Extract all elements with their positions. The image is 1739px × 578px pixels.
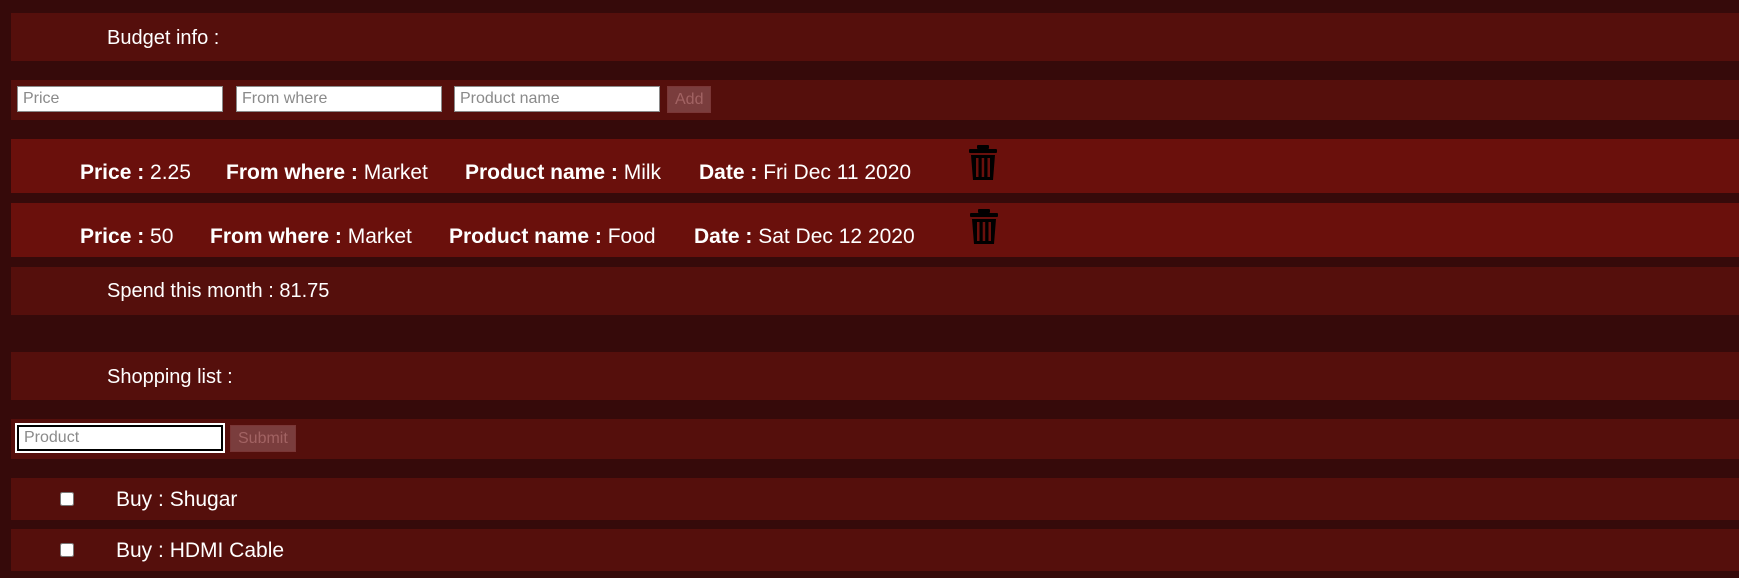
product-name-value: Milk (623, 161, 662, 184)
shopping-title: Shopping list : (107, 366, 233, 388)
from-where-label: From where : (210, 225, 342, 248)
budget-header: Budget info : (11, 13, 1739, 61)
price-value: 50 (150, 225, 174, 248)
price-label: Price : (80, 225, 145, 248)
date-value: Fri Dec 11 2020 (763, 161, 912, 184)
date-field: Date : Fri Dec 11 2020 (699, 161, 911, 185)
product-input[interactable] (15, 423, 225, 453)
date-field: Date : Sat Dec 12 2020 (694, 225, 915, 249)
trash-icon[interactable] (968, 145, 998, 181)
date-label: Date : (694, 225, 753, 248)
date-value: Sat Dec 12 2020 (758, 225, 915, 248)
shopping-form: Submit (11, 419, 1739, 459)
spend-text: Spend this month : 81.75 (107, 280, 330, 302)
submit-button[interactable]: Submit (230, 425, 296, 452)
shopping-list-item: Buy : HDMI Cable (11, 529, 1739, 571)
item-checkbox[interactable] (60, 543, 74, 557)
budget-title: Budget info : (107, 27, 220, 49)
trash-icon[interactable] (969, 209, 999, 245)
from-where-value: Market (363, 161, 428, 184)
item-checkbox[interactable] (60, 492, 74, 506)
shopping-list-item: Buy : Shugar (11, 478, 1739, 520)
product-name-label: Product name : (449, 225, 602, 248)
budget-form: Add (11, 80, 1739, 120)
add-button[interactable]: Add (667, 86, 712, 113)
price-label: Price : (80, 161, 145, 184)
budget-item: Price : 50 From where : Market Product n… (11, 203, 1739, 257)
from-where-input[interactable] (236, 86, 442, 112)
price-field: Price : 2.25 (80, 161, 191, 185)
product-name-label: Product name : (465, 161, 618, 184)
from-where-value: Market (347, 225, 412, 248)
date-label: Date : (699, 161, 758, 184)
product-name-value: Food (607, 225, 656, 248)
spend-summary: Spend this month : 81.75 (11, 267, 1739, 315)
from-where-field: From where : Market (226, 161, 428, 185)
shopping-header: Shopping list : (11, 352, 1739, 400)
from-where-field: From where : Market (210, 225, 412, 249)
price-value: 2.25 (150, 161, 191, 184)
product-name-input[interactable] (454, 86, 660, 112)
item-label: Buy : Shugar (116, 488, 238, 511)
budget-item: Price : 2.25 From where : Market Product… (11, 139, 1739, 193)
product-name-field: Product name : Food (449, 225, 656, 249)
price-field: Price : 50 (80, 225, 173, 249)
product-name-field: Product name : Milk (465, 161, 661, 185)
price-input[interactable] (17, 86, 223, 112)
item-label: Buy : HDMI Cable (116, 539, 285, 562)
from-where-label: From where : (226, 161, 358, 184)
